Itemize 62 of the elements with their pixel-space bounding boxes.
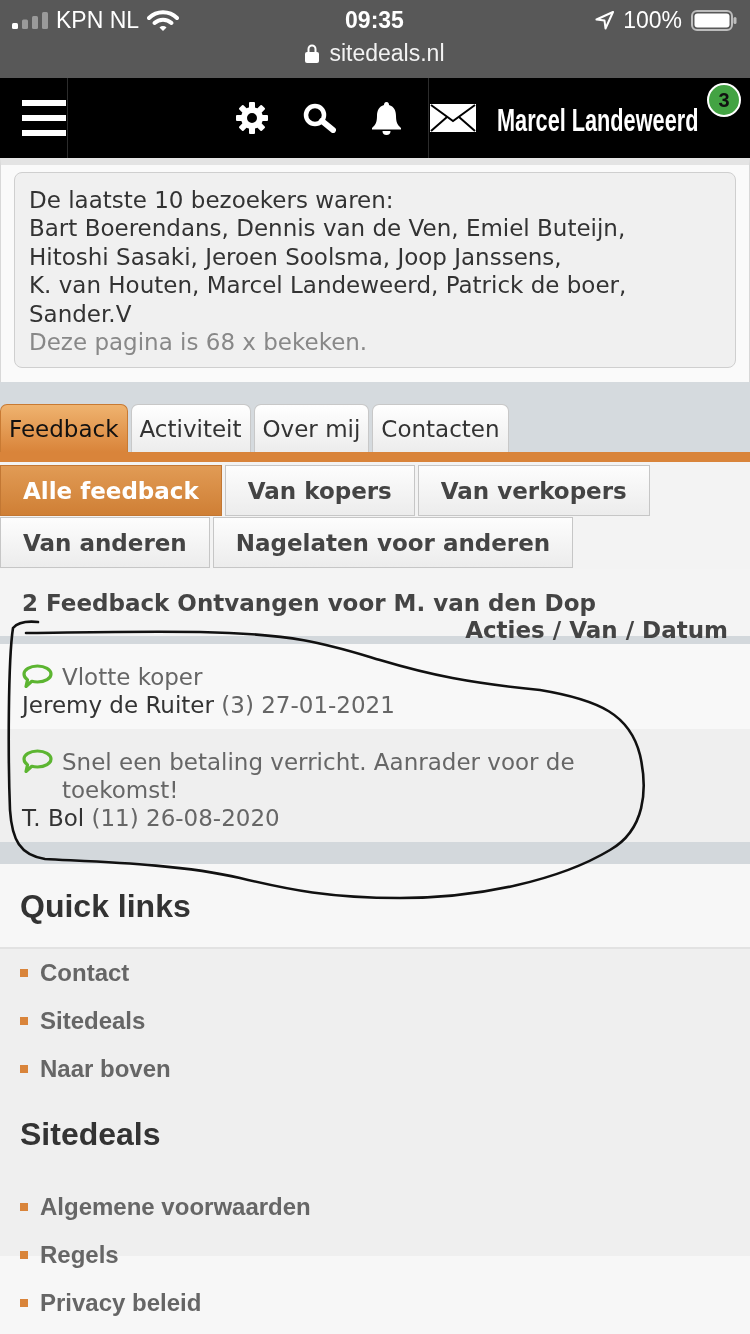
view-count: Deze pagina is 68 x bekeken. — [29, 328, 369, 357]
footer-heading: Quick links — [20, 887, 191, 924]
lock-icon — [305, 43, 320, 63]
visitor-link[interactable]: Patrick de boer, — [445, 272, 627, 299]
profile-tab[interactable]: Contacten — [372, 404, 509, 453]
feedback-date: 26-08-2020 — [146, 805, 280, 832]
bell-icon[interactable] — [371, 101, 402, 135]
footer-link[interactable]: Naar boven — [40, 1055, 171, 1084]
square-bullet-icon — [20, 1299, 28, 1308]
footer-link[interactable]: Regels — [40, 1241, 119, 1270]
footer-link[interactable]: Privacy beleid — [40, 1289, 202, 1318]
battery-percent: 100% — [623, 6, 682, 34]
carrier-name: KPN NL — [56, 6, 140, 34]
footer-heading: Sitedeals — [20, 1116, 161, 1153]
feedback-comment: Vlotte koper — [62, 663, 203, 692]
envelope-icon[interactable] — [430, 104, 476, 132]
visitor-link[interactable]: Emiel Buteijn, — [465, 215, 626, 242]
author-score: (3) — [221, 692, 254, 719]
square-bullet-icon — [20, 1065, 28, 1074]
author-score: (11) — [91, 805, 139, 832]
speech-bubble-icon — [22, 749, 53, 774]
visitor-link[interactable]: Dennis van de Ven, — [236, 215, 459, 242]
feedback-comment: Snel een betaling verricht. Aanrader voor de toekomst! — [62, 748, 576, 805]
author-link[interactable]: T. Bol — [22, 805, 85, 832]
search-icon[interactable] — [303, 103, 336, 133]
footer-link[interactable]: Sitedeals — [40, 1007, 146, 1036]
profile-tab[interactable]: Feedback — [0, 404, 128, 453]
visitor-link[interactable]: Bart Boerendans, — [29, 215, 229, 242]
feedback-title: 2 Feedback Ontvangen voor M. van den Dop — [22, 589, 597, 618]
notification-badge: 3 — [707, 83, 741, 117]
filter-button[interactable]: Van anderen — [0, 517, 210, 569]
profile-tab[interactable]: Over mij — [253, 404, 370, 453]
user-name-link[interactable]: Marcel Landeweerd — [497, 103, 699, 139]
visitor-link[interactable]: K. van Houten, — [29, 272, 200, 299]
speech-bubble-icon — [22, 664, 53, 689]
address-text[interactable]: sitedeals.nl — [329, 39, 445, 67]
footer-link[interactable]: Contact — [40, 959, 130, 988]
visitor-link[interactable]: Jeroen Soolsma, — [205, 243, 391, 270]
square-bullet-icon — [20, 1251, 28, 1260]
filter-button[interactable]: Nagelaten voor anderen — [212, 517, 574, 569]
visitor-link[interactable]: Hitoshi Sasaki, — [29, 243, 198, 270]
wifi-icon — [147, 9, 180, 31]
square-bullet-icon — [20, 969, 28, 978]
visitor-link[interactable]: Sander.V — [29, 300, 132, 327]
menu-icon[interactable] — [22, 100, 66, 136]
visitor-link[interactable]: Marcel Landeweerd, — [206, 272, 439, 299]
visitor-link[interactable]: Joop Janssens, — [397, 243, 562, 270]
footer-link[interactable]: Algemene voorwaarden — [40, 1193, 311, 1222]
square-bullet-icon — [20, 1203, 28, 1212]
profile-tab[interactable]: Activiteit — [130, 404, 251, 453]
feedback-date: 27-01-2021 — [261, 692, 395, 719]
filter-button[interactable]: Van verkopers — [417, 465, 650, 517]
battery-icon — [691, 9, 737, 31]
author-link[interactable]: Jeremy de Ruiter — [22, 692, 214, 719]
visitors-intro: De laatste 10 bezoekers waren: — [29, 186, 395, 215]
square-bullet-icon — [20, 1017, 28, 1026]
column-labels: Acties / Van / Datum — [465, 617, 728, 644]
signal-icon — [12, 11, 48, 29]
filter-button[interactable]: Van kopers — [224, 465, 415, 517]
settings-icon[interactable] — [236, 102, 268, 134]
location-arrow-icon — [595, 10, 615, 30]
clock-time: 09:35 — [345, 6, 404, 34]
